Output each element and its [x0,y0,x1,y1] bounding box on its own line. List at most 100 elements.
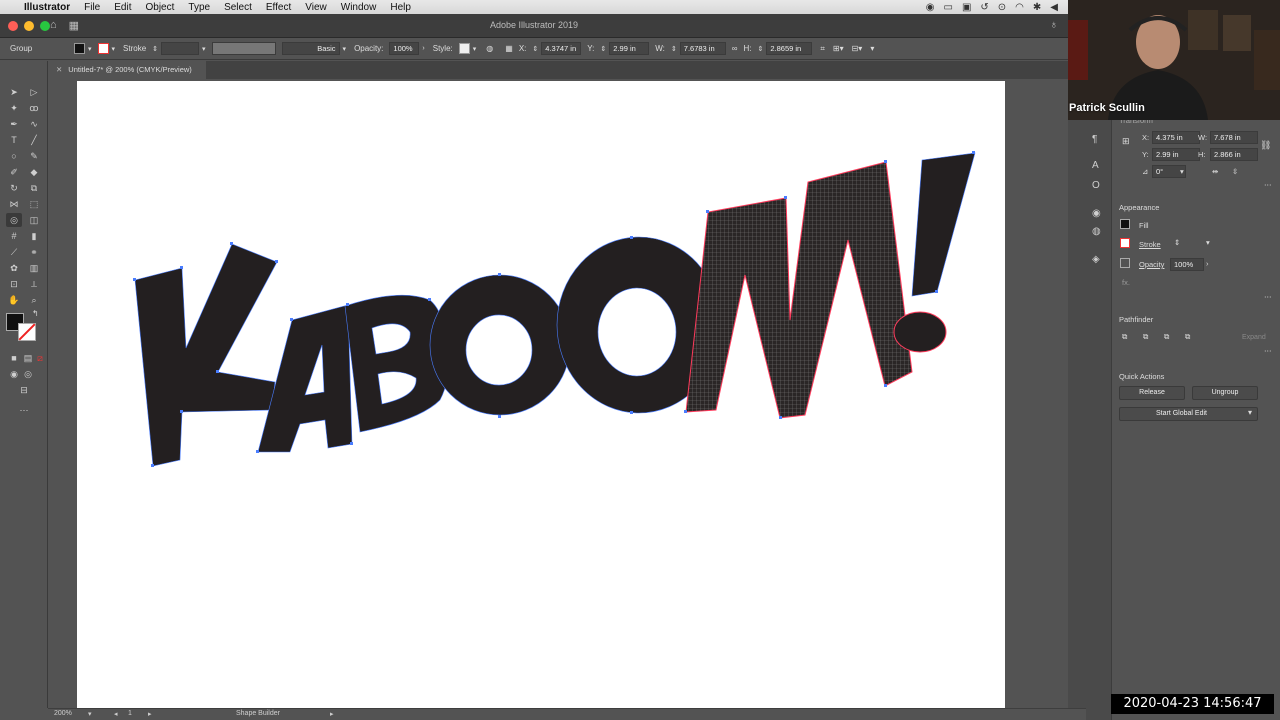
x-value[interactable]: 4.3747 in [541,42,582,55]
canvas[interactable] [48,79,1068,708]
eraser-tool-icon[interactable]: ◆ [26,165,42,179]
letter-o1-shape[interactable] [429,274,571,416]
stroke-weight-dropdown-icon[interactable]: ▾ [1206,238,1210,247]
transform-more-icon[interactable]: ⋯ [1264,180,1272,189]
transform-y-value[interactable]: 2.99 in [1152,148,1200,161]
brush-definition-select[interactable]: Basic ▾ [281,42,346,55]
unite-icon[interactable]: ⧉ [1122,332,1127,342]
fx-icon[interactable]: fx. [1122,278,1130,287]
appearance-fill-label[interactable]: Fill [1139,221,1149,230]
shape-builder-tool-icon[interactable]: ◎ [6,213,22,227]
prev-artboard-icon[interactable]: ◂ [114,710,118,718]
minus-front-icon[interactable]: ⧉ [1143,332,1148,342]
type-tool-icon[interactable]: T [6,133,22,147]
appearance-opacity-label[interactable]: Opacity [1139,260,1164,269]
transform-x-value[interactable]: 4.375 in [1152,131,1200,144]
artboard[interactable] [77,81,1005,708]
global-edit-dropdown-icon[interactable]: ▾ [1248,408,1252,417]
artboard-tool-icon[interactable]: ⊡ [6,277,22,291]
screen-mode-icon[interactable]: ⊟ [16,383,32,397]
slice-tool-icon[interactable]: ⟂ [26,277,42,291]
column-graph-tool-icon[interactable]: ▥ [26,261,42,275]
letter-m-shape[interactable] [685,161,913,419]
kaboom-artwork[interactable] [77,81,1005,708]
mesh-tool-icon[interactable]: # [6,229,22,243]
h-field[interactable]: ⇕ 2.8659 in [757,42,813,55]
expand-button[interactable]: Expand [1242,334,1266,341]
gradient-tool-icon[interactable]: ▮ [26,229,42,243]
bluetooth-icon[interactable]: ✱ [1033,2,1041,13]
vertical-scrollbar[interactable] [1068,61,1086,708]
exclamation-dot-shape[interactable] [893,311,947,353]
time-machine-icon[interactable]: ↺ [980,2,988,13]
appearance-fill-swatch[interactable] [1120,219,1130,229]
artboard-number[interactable]: 1 [128,710,132,717]
menu-type[interactable]: Type [188,2,210,13]
direct-selection-tool-icon[interactable]: ▷ [26,85,42,99]
w-field[interactable]: ⇕ 7.6783 in [671,42,726,55]
swap-colors-icon[interactable]: ↰ [32,309,39,318]
hand-tool-icon[interactable]: ✋ [6,293,22,307]
h-value[interactable]: 2.8659 in [766,42,813,55]
stroke-weight-stepper[interactable]: ⇕ ▾ [152,42,206,55]
paragraph-panel-icon[interactable]: ¶ [1092,134,1097,145]
rotate-tool-icon[interactable]: ↻ [6,181,22,195]
free-transform-tool-icon[interactable]: ⬚ [26,197,42,211]
stroke-swatch[interactable]: ▾ [97,43,115,54]
ellipse-tool-icon[interactable]: ○ [6,149,22,163]
exclude-icon[interactable]: ⧉ [1185,332,1190,342]
x-field[interactable]: ⇕ 4.3747 in [532,42,582,55]
blend-tool-icon[interactable]: ⚭ [26,245,42,259]
creative-cloud-icon[interactable]: ◉ [926,2,935,13]
menu-select[interactable]: Select [224,2,252,13]
none-mode-icon[interactable]: ⧄ [32,351,48,365]
paintbrush-tool-icon[interactable]: ✎ [26,149,42,163]
menu-view[interactable]: View [305,2,327,13]
menu-effect[interactable]: Effect [266,2,291,13]
ungroup-button[interactable]: Ungroup [1192,386,1258,400]
selection-tool-icon[interactable]: ➤ [6,85,22,99]
variable-width-field[interactable] [211,42,276,55]
status-menu-icon[interactable]: ▸ [330,710,334,718]
fill-swatch[interactable]: ▾ [74,43,92,54]
opacity-arrow-icon[interactable]: › [1206,259,1209,268]
reference-point-icon[interactable]: ⊞ [1122,136,1130,147]
volume-icon[interactable]: ◀ [1050,2,1058,13]
perspective-grid-tool-icon[interactable]: ◫ [26,213,42,227]
menu-object[interactable]: Object [145,2,174,13]
pathfinder-more-icon[interactable]: ⋯ [1264,346,1272,355]
opentype-panel-icon[interactable]: O [1092,180,1100,191]
intersect-icon[interactable]: ⧉ [1164,332,1169,342]
letter-b-shape[interactable] [344,294,447,433]
align-icon[interactable]: ⊞▾ [833,44,844,53]
width-tool-icon[interactable]: ⋈ [6,197,22,211]
wifi-icon[interactable]: ◠ [1015,2,1024,13]
display-icon[interactable]: ▭ [943,2,952,13]
zoom-tool-icon[interactable]: ⌕ [26,293,42,307]
link-proportions-icon[interactable]: ⛓ [1260,140,1271,151]
zoom-dropdown-icon[interactable]: ▾ [88,710,92,718]
y-value[interactable]: 2.99 in [609,42,650,55]
document-tab[interactable]: ✕ Untitled-7* @ 200% (CMYK/Preview) [48,61,206,79]
stroke-label[interactable]: Stroke [123,44,146,53]
menu-window[interactable]: Window [341,2,377,13]
control-menu-icon[interactable]: ▾ [870,44,874,53]
recolor-artwork-icon[interactable]: ◍ [486,44,493,53]
lasso-tool-icon[interactable]: ꝏ [26,101,42,115]
transform-h-value[interactable]: 2.866 in [1210,148,1258,161]
lightbulb-icon[interactable]: ♁ [1050,19,1058,31]
draw-behind-icon[interactable]: ◎ [20,367,36,381]
eyedropper-tool-icon[interactable]: ⟋ [6,245,22,259]
constrain-proportions-icon[interactable]: ∞ [732,44,738,53]
start-global-edit-button[interactable]: Start Global Edit [1119,407,1258,421]
transform-w-value[interactable]: 7.678 in [1210,131,1258,144]
symbol-sprayer-tool-icon[interactable]: ✿ [6,261,22,275]
stroke-color-icon[interactable] [18,323,36,341]
flip-vertical-icon[interactable]: ⇳ [1232,167,1238,176]
magic-wand-tool-icon[interactable]: ✦ [6,101,22,115]
appearance-stroke-swatch[interactable] [1120,238,1130,248]
reference-point-icon[interactable]: ▦ [505,44,513,53]
style-swatch[interactable]: ▾ [458,43,476,54]
layers-panel-icon[interactable]: ◈ [1092,254,1100,265]
transform-icon[interactable]: ⌗ [820,44,825,54]
